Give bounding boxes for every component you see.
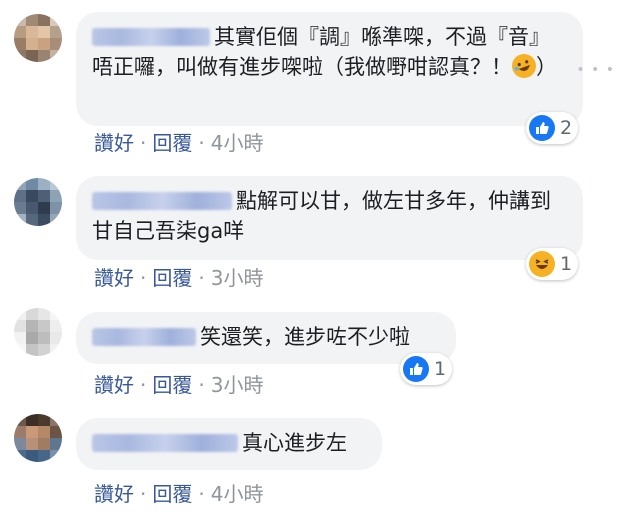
author-name[interactable] — [92, 192, 232, 210]
comment-bubble: 點解可以甘，做左甘多年，仲講到甘自己吾柒ga咩 — [76, 176, 583, 260]
comment-actions: 讚好 · 回覆 · 3小時 — [94, 262, 263, 291]
separator: · — [140, 482, 147, 506]
like-link[interactable]: 讚好 — [94, 262, 134, 291]
comment-text: 真心進步左 — [242, 431, 347, 455]
like-icon — [403, 356, 429, 382]
rofl-emoji-icon — [508, 50, 540, 82]
reaction-summary[interactable]: 1 — [526, 248, 579, 280]
reply-link[interactable]: 回覆 — [152, 127, 192, 156]
reaction-summary[interactable]: 1 — [400, 353, 453, 385]
separator: · — [140, 131, 147, 155]
comment-bubble: 真心進步左 — [76, 418, 382, 470]
reaction-summary[interactable]: 2 — [526, 112, 579, 144]
avatar[interactable] — [14, 414, 62, 462]
timestamp[interactable]: 3小時 — [211, 369, 264, 398]
separator: · — [198, 131, 205, 155]
haha-icon — [529, 251, 555, 277]
comment-bubble: 笑還笑，進步咗不少啦 — [76, 312, 456, 364]
avatar[interactable] — [14, 178, 62, 226]
separator: · — [198, 482, 205, 506]
avatar[interactable] — [14, 308, 62, 356]
author-name[interactable] — [92, 28, 210, 46]
separator: · — [198, 266, 205, 290]
separator: · — [140, 373, 147, 397]
avatar[interactable] — [14, 14, 62, 62]
comment-actions: 讚好 · 回覆 · 4小時 — [94, 478, 263, 507]
reaction-count: 1 — [434, 358, 447, 380]
author-name[interactable] — [92, 434, 238, 452]
author-name[interactable] — [92, 328, 196, 346]
like-link[interactable]: 讚好 — [94, 478, 134, 507]
separator: · — [198, 373, 205, 397]
more-options-icon[interactable]: • • • — [576, 62, 615, 78]
like-link[interactable]: 讚好 — [94, 369, 134, 398]
like-link[interactable]: 讚好 — [94, 127, 134, 156]
comment-actions: 讚好 · 回覆 · 3小時 — [94, 369, 263, 398]
comment-text: 笑還笑，進步咗不少啦 — [200, 325, 410, 349]
separator: · — [140, 266, 147, 290]
timestamp[interactable]: 4小時 — [211, 127, 264, 156]
reply-link[interactable]: 回覆 — [152, 369, 192, 398]
reply-link[interactable]: 回覆 — [152, 262, 192, 291]
reaction-count: 1 — [560, 253, 573, 275]
timestamp[interactable]: 3小時 — [211, 262, 264, 291]
timestamp[interactable]: 4小時 — [211, 478, 264, 507]
comment-actions: 讚好 · 回覆 · 4小時 — [94, 127, 263, 156]
comment-bubble: 其實佢個『調』喺準㗎，不過『音』唔正囉，叫做有進步㗎啦（我做嘢咁認真？！） — [76, 12, 583, 126]
reply-link[interactable]: 回覆 — [152, 478, 192, 507]
reaction-count: 2 — [560, 117, 573, 139]
like-icon — [529, 115, 555, 141]
